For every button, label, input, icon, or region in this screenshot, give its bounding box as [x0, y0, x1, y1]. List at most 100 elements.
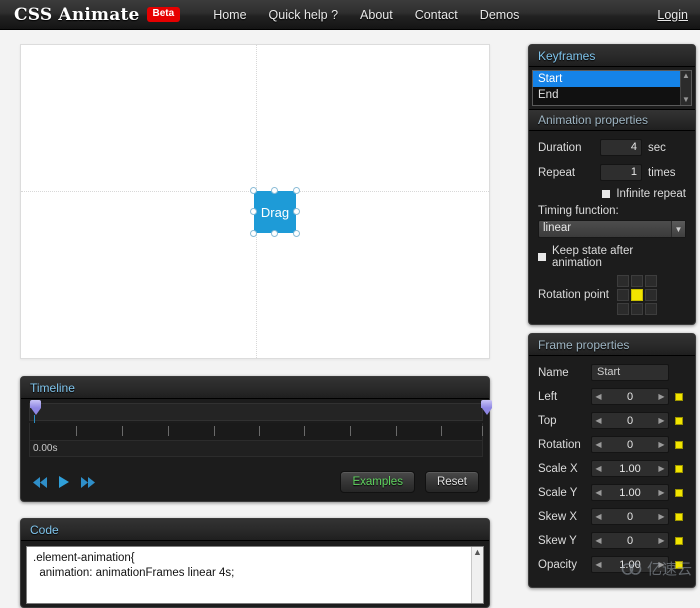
resize-handle-s[interactable]	[271, 230, 278, 237]
resize-handle-w[interactable]	[250, 208, 257, 215]
login-link[interactable]: Login	[657, 8, 688, 22]
skew-x-stepper[interactable]: ◀ 0 ▶	[591, 508, 669, 525]
increment-icon[interactable]: ▶	[655, 557, 668, 572]
timeline-body[interactable]: 0.00s Examples Reset	[21, 399, 489, 502]
rotation-point-cell-0[interactable]	[617, 275, 629, 287]
infinite-repeat-row[interactable]: Infinite repeat	[538, 188, 686, 200]
scale-y-stepper[interactable]: ◀ 1.00 ▶	[591, 484, 669, 501]
increment-icon[interactable]: ▶	[655, 461, 668, 476]
keyframe-marker-start[interactable]	[30, 400, 41, 415]
animation-stage[interactable]: Drag	[20, 44, 490, 359]
decrement-icon[interactable]: ◀	[592, 389, 605, 404]
decrement-icon[interactable]: ◀	[592, 437, 605, 452]
rotation-point-cell-4[interactable]	[631, 289, 643, 301]
code-scrollbar[interactable]: ▲	[471, 547, 483, 603]
keep-state-label: Keep state after animation	[552, 245, 686, 269]
animation-properties-title: Animation properties	[538, 113, 648, 127]
timing-function-select[interactable]: linear ▼	[538, 220, 686, 238]
rewind-icon[interactable]	[33, 477, 48, 488]
rotation-label: Rotation	[538, 439, 591, 451]
left-stepper[interactable]: ◀ 0 ▶	[591, 388, 669, 405]
resize-handle-n[interactable]	[271, 187, 278, 194]
increment-icon[interactable]: ▶	[655, 485, 668, 500]
rotation-point-cell-8[interactable]	[645, 303, 657, 315]
rotation-point-cell-3[interactable]	[617, 289, 629, 301]
resize-handle-ne[interactable]	[293, 187, 300, 194]
increment-icon[interactable]: ▶	[655, 389, 668, 404]
decrement-icon[interactable]: ◀	[592, 413, 605, 428]
scroll-down-icon[interactable]: ▼	[681, 95, 691, 105]
decrement-icon[interactable]: ◀	[592, 485, 605, 500]
scale-x-keyframe-toggle[interactable]	[675, 465, 683, 473]
scale-x-stepper[interactable]: ◀ 1.00 ▶	[591, 460, 669, 477]
top-stepper[interactable]: ◀ 0 ▶	[591, 412, 669, 429]
increment-icon[interactable]: ▶	[655, 533, 668, 548]
resize-handle-sw[interactable]	[250, 230, 257, 237]
reset-button[interactable]: Reset	[425, 471, 479, 493]
keyframes-scrollbar[interactable]: ▲ ▼	[680, 71, 691, 105]
rotation-point-grid[interactable]	[617, 275, 657, 315]
keyframe-list-item-end[interactable]: End	[533, 87, 691, 103]
ruler-tick	[168, 426, 169, 436]
top-keyframe-toggle[interactable]	[675, 417, 683, 425]
fast-forward-icon[interactable]	[81, 477, 96, 488]
timeline-title: Timeline	[30, 381, 75, 395]
timeline-controls: Examples Reset	[21, 463, 489, 501]
nav-link-quick-help[interactable]: Quick help ?	[258, 8, 349, 22]
scroll-up-icon[interactable]: ▲	[472, 547, 483, 558]
keyframes-listbox[interactable]: Start End ▲ ▼	[532, 70, 692, 106]
opacity-label: Opacity	[538, 559, 591, 571]
brand-logo[interactable]: CSS Animate Beta	[14, 5, 180, 25]
code-panel: Code .element-animation{ animation: anim…	[20, 518, 490, 608]
rotation-stepper[interactable]: ◀ 0 ▶	[591, 436, 669, 453]
code-content: .element-animation{ animation: animation…	[27, 547, 483, 585]
draggable-element[interactable]: Drag	[254, 191, 296, 233]
infinite-repeat-checkbox[interactable]	[602, 190, 610, 198]
rotation-point-cell-5[interactable]	[645, 289, 657, 301]
duration-input[interactable]: 4	[600, 139, 642, 156]
decrement-icon[interactable]: ◀	[592, 461, 605, 476]
timeline-track[interactable]	[29, 403, 483, 421]
increment-icon[interactable]: ▶	[655, 437, 668, 452]
keyframe-marker-end[interactable]	[481, 400, 492, 415]
nav-link-contact[interactable]: Contact	[404, 8, 469, 22]
repeat-input[interactable]: 1	[600, 164, 642, 181]
timeline-panel: Timeline 0.00s	[20, 376, 490, 502]
frame-name-input[interactable]: Start	[591, 364, 669, 381]
nav-link-demos[interactable]: Demos	[469, 8, 531, 22]
decrement-icon[interactable]: ◀	[592, 533, 605, 548]
timeline-ruler[interactable]	[29, 423, 483, 440]
skew-y-label: Skew Y	[538, 535, 591, 547]
decrement-icon[interactable]: ◀	[592, 557, 605, 572]
keep-state-checkbox[interactable]	[538, 253, 546, 261]
opacity-stepper[interactable]: ◀ 1.00 ▶	[591, 556, 669, 573]
code-textarea[interactable]: .element-animation{ animation: animation…	[26, 546, 484, 604]
scroll-up-icon[interactable]: ▲	[681, 71, 691, 81]
rotation-point-cell-1[interactable]	[631, 275, 643, 287]
rotation-point-cell-2[interactable]	[645, 275, 657, 287]
chevron-down-icon[interactable]: ▼	[671, 221, 685, 237]
decrement-icon[interactable]: ◀	[592, 509, 605, 524]
skew-x-keyframe-toggle[interactable]	[675, 513, 683, 521]
frame-row-top: Top ◀ 0 ▶	[538, 411, 687, 430]
resize-handle-nw[interactable]	[250, 187, 257, 194]
nav-link-home[interactable]: Home	[202, 8, 257, 22]
keyframe-list-item-start[interactable]: Start	[533, 71, 691, 87]
keep-state-row[interactable]: Keep state after animation	[538, 245, 686, 269]
frame-row-opacity: Opacity ◀ 1.00 ▶	[538, 555, 687, 574]
skew-y-keyframe-toggle[interactable]	[675, 537, 683, 545]
resize-handle-se[interactable]	[293, 230, 300, 237]
play-icon[interactable]	[59, 476, 70, 488]
scale-y-keyframe-toggle[interactable]	[675, 489, 683, 497]
examples-button[interactable]: Examples	[340, 471, 415, 493]
rotation-point-cell-6[interactable]	[617, 303, 629, 315]
opacity-keyframe-toggle[interactable]	[675, 561, 683, 569]
rotation-point-cell-7[interactable]	[631, 303, 643, 315]
increment-icon[interactable]: ▶	[655, 509, 668, 524]
nav-link-about[interactable]: About	[349, 8, 404, 22]
increment-icon[interactable]: ▶	[655, 413, 668, 428]
left-keyframe-toggle[interactable]	[675, 393, 683, 401]
skew-y-stepper[interactable]: ◀ 0 ▶	[591, 532, 669, 549]
rotation-keyframe-toggle[interactable]	[675, 441, 683, 449]
resize-handle-e[interactable]	[293, 208, 300, 215]
